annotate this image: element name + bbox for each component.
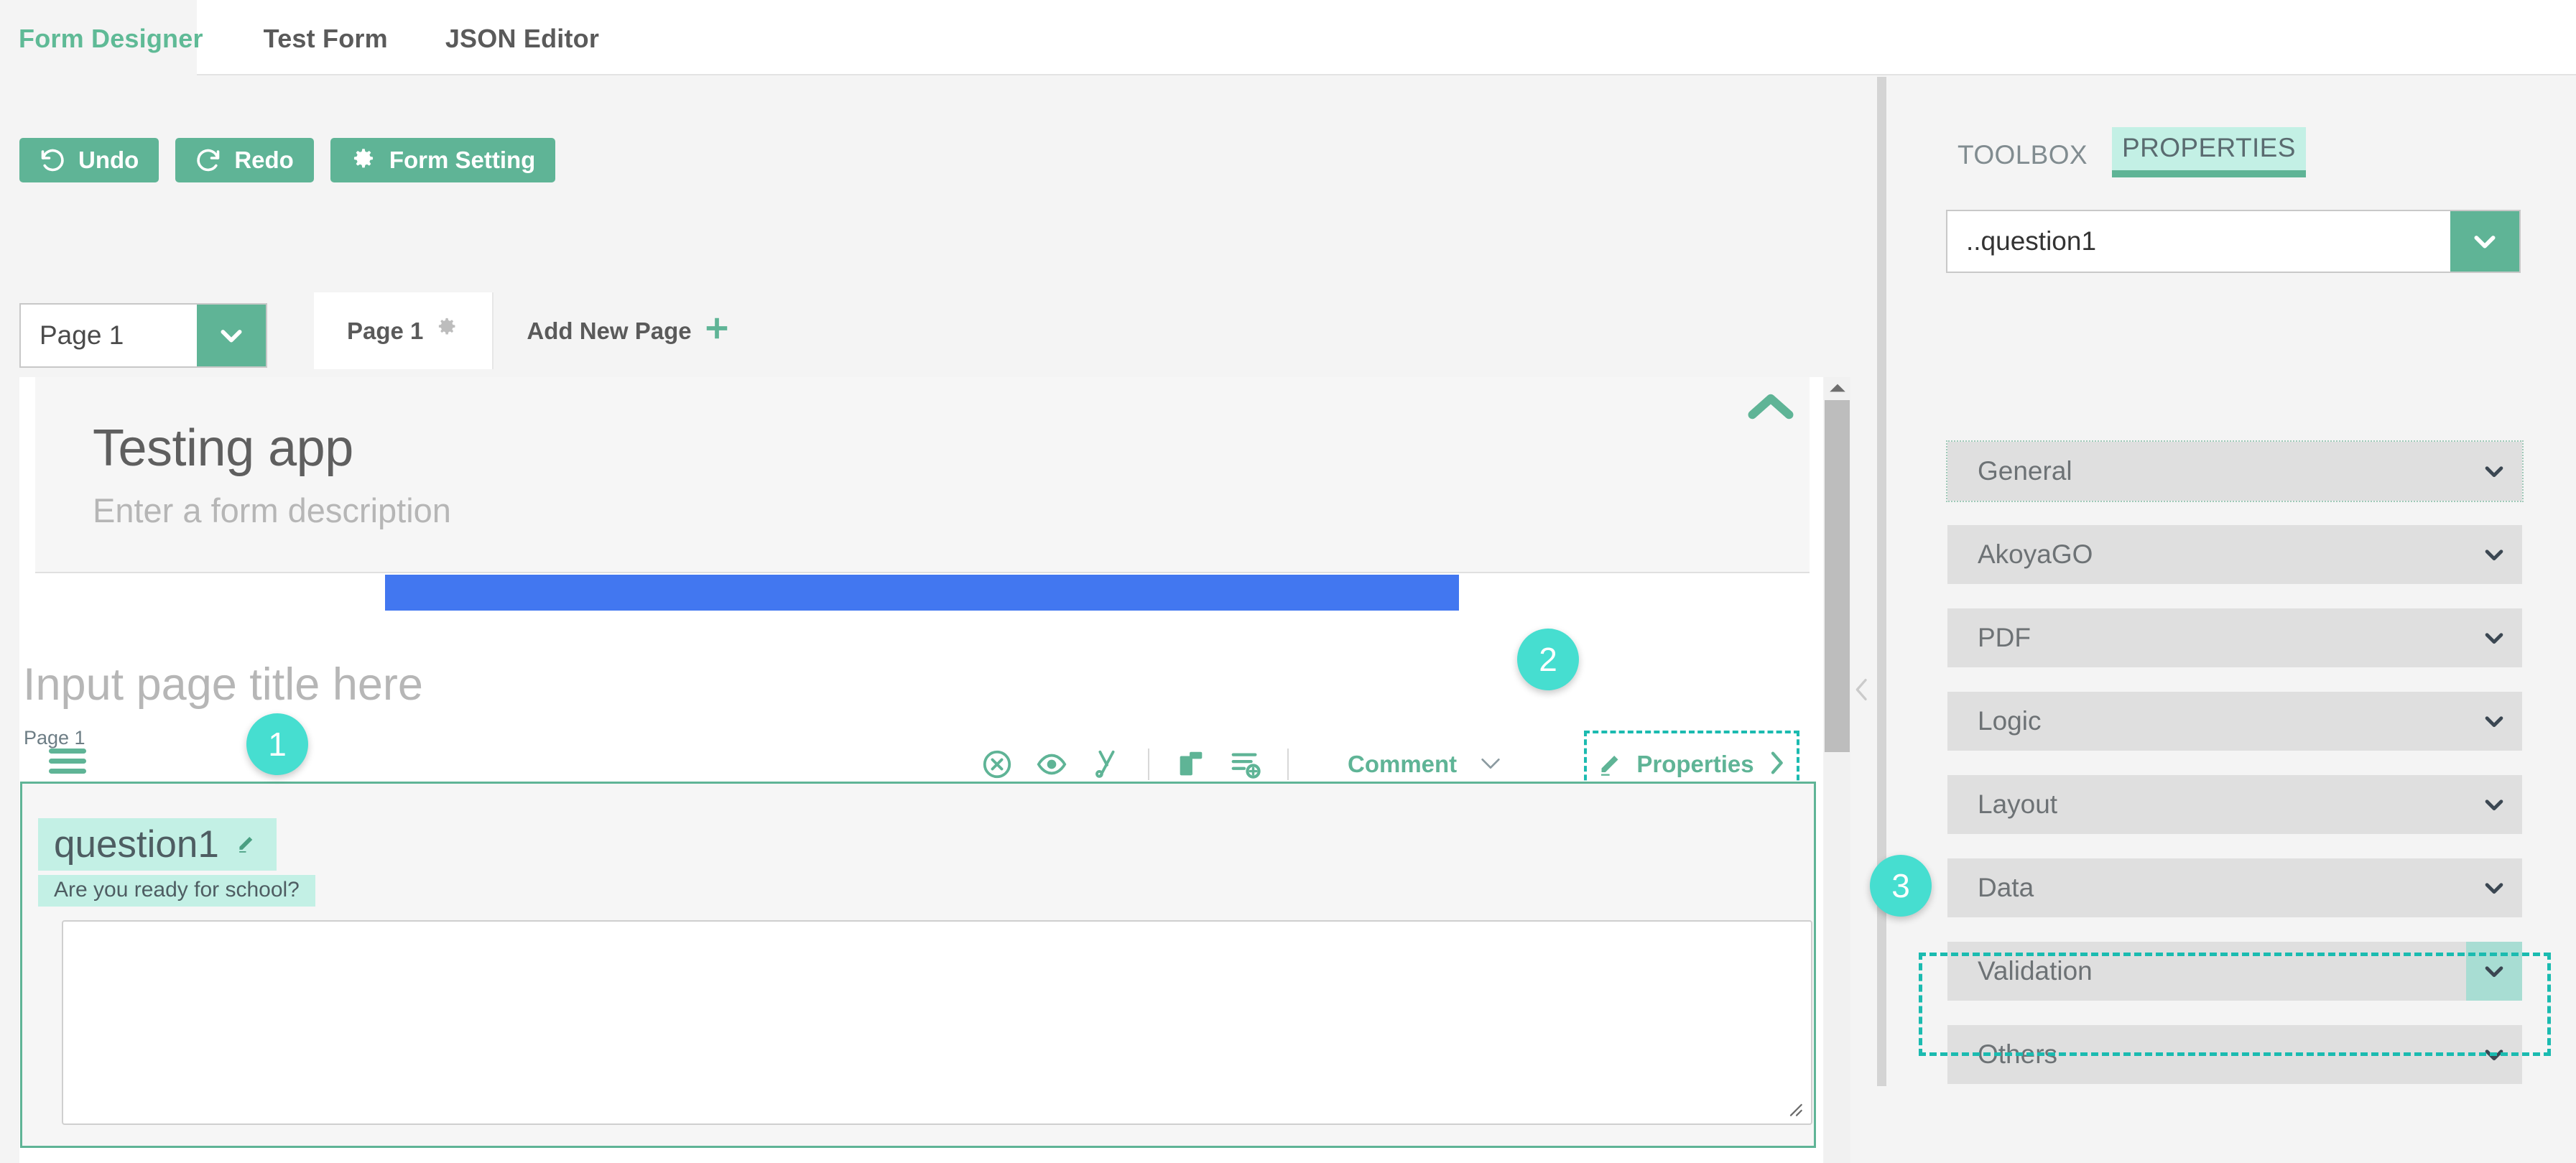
plus-icon xyxy=(703,315,731,348)
redo-button[interactable]: Redo xyxy=(175,138,314,182)
accordion-label: Logic xyxy=(1978,706,2042,736)
accordion-item-layout[interactable]: Layout xyxy=(1947,775,2522,834)
blue-progress-bar xyxy=(385,575,1459,611)
form-setting-label: Form Setting xyxy=(389,147,536,173)
accordion-item-akoyago[interactable]: AkoyaGO xyxy=(1947,525,2522,584)
chevron-down-icon[interactable] xyxy=(2466,1025,2522,1084)
add-new-page-label: Add New Page xyxy=(527,317,692,344)
properties-button-label: Properties xyxy=(1636,751,1754,777)
question-card[interactable]: question1 Are you ready for school? xyxy=(20,782,1816,1148)
comment-chevron-down-icon xyxy=(1478,751,1503,778)
canvas-scrollbar[interactable] xyxy=(1824,377,1850,1163)
properties-accordion: General AkoyaGO PDF Logic Layout Data Va… xyxy=(1946,440,2524,1108)
chevron-down-icon[interactable] xyxy=(2466,608,2522,667)
annotation-badge-2: 2 xyxy=(1517,629,1579,690)
question-name: question1 xyxy=(54,823,219,866)
undo-icon xyxy=(40,147,65,173)
tab-json-editor-label: JSON Editor xyxy=(445,23,600,53)
gear-icon xyxy=(351,147,376,173)
page-select-value: Page 1 xyxy=(40,320,124,350)
accordion-label: Layout xyxy=(1978,789,2058,819)
question-name-row[interactable]: question1 xyxy=(38,818,277,871)
tab-test-form[interactable]: Test Form xyxy=(235,0,417,77)
accordion-item-general[interactable]: General xyxy=(1946,440,2524,502)
form-setting-button[interactable]: Form Setting xyxy=(330,138,556,182)
redo-icon xyxy=(195,147,221,173)
add-new-page-button[interactable]: Add New Page xyxy=(494,292,763,369)
drag-handle-line xyxy=(49,749,86,754)
tab-toolbox-label: TOOLBOX xyxy=(1958,140,2088,170)
properties-panel-tabs: TOOLBOX PROPERTIES xyxy=(1947,127,2306,177)
undo-button[interactable]: Undo xyxy=(19,138,159,182)
tab-properties-label: PROPERTIES xyxy=(2122,133,2296,162)
annotation-badge-3: 3 xyxy=(1870,855,1932,917)
scrollbar-up-arrow-icon[interactable] xyxy=(1824,377,1850,399)
question-subtitle: Are you ready for school? xyxy=(38,875,315,907)
comment-dropdown[interactable]: Comment xyxy=(1348,751,1503,778)
form-title[interactable]: Testing app xyxy=(93,419,1810,478)
accordion-item-pdf[interactable]: PDF xyxy=(1947,608,2522,667)
drag-handle-line xyxy=(49,759,86,764)
accordion-label: Data xyxy=(1978,873,2034,902)
collapse-header-chevron-up-icon[interactable] xyxy=(1744,388,1797,425)
scrollbar-thumb[interactable] xyxy=(1825,400,1850,752)
element-select-dropdown[interactable]: ..question1 xyxy=(1946,210,2521,273)
tab-properties[interactable]: PROPERTIES xyxy=(2112,127,2306,177)
page-settings-gear-icon[interactable] xyxy=(435,316,459,346)
properties-panel: TOOLBOX PROPERTIES ..question1 General A… xyxy=(1886,77,2576,1086)
undo-label: Undo xyxy=(78,147,139,173)
tab-form-designer-label: Form Designer xyxy=(19,23,203,53)
accordion-label: Others xyxy=(1978,1039,2058,1069)
element-select-chevron-down-icon[interactable] xyxy=(2450,211,2519,272)
page-tab-label: Page 1 xyxy=(347,317,424,344)
accordion-label: General xyxy=(1978,456,2072,486)
designer-toolbar: Undo Redo Form Setting xyxy=(19,138,556,182)
page-tab-strip: Page 1 Add New Page xyxy=(314,292,764,369)
tab-json-editor[interactable]: JSON Editor xyxy=(417,0,628,77)
chevron-down-icon[interactable] xyxy=(2466,775,2522,834)
accordion-label: Validation xyxy=(1978,956,2093,986)
page-mini-label: Page 1 xyxy=(24,727,85,749)
designer-left-pane: Undo Redo Form Setting Page 1 Page 1 Add… xyxy=(0,77,1850,1163)
toolbar-divider xyxy=(1148,749,1149,780)
chevron-down-icon[interactable] xyxy=(2466,858,2522,917)
properties-chevron-right-icon xyxy=(1766,749,1787,781)
annotation-badge-1: 1 xyxy=(246,713,308,775)
toolbar-divider xyxy=(1287,749,1289,780)
chevron-left-icon[interactable] xyxy=(1851,675,1873,704)
chevron-down-icon[interactable] xyxy=(2466,525,2522,584)
edit-pencil-icon xyxy=(1596,749,1625,781)
accordion-label: AkoyaGO xyxy=(1978,539,2093,569)
chevron-down-icon[interactable] xyxy=(2466,442,2522,501)
page-title-placeholder[interactable]: Input page title here xyxy=(23,659,423,710)
chevron-down-icon[interactable] xyxy=(2466,692,2522,751)
page-select-chevron-down-icon[interactable] xyxy=(197,305,266,366)
accordion-item-data[interactable]: Data xyxy=(1947,858,2522,917)
question-answer-textarea[interactable] xyxy=(62,920,1812,1125)
drag-handle-line xyxy=(49,769,86,774)
accordion-item-logic[interactable]: Logic xyxy=(1947,692,2522,751)
accordion-item-others[interactable]: Others xyxy=(1947,1025,2522,1084)
comment-label: Comment xyxy=(1348,751,1458,777)
tab-form-designer[interactable]: Form Designer xyxy=(0,0,235,77)
page-tab-page-1[interactable]: Page 1 xyxy=(314,292,494,369)
element-select-value: ..question1 xyxy=(1966,226,2097,256)
accordion-label: PDF xyxy=(1978,623,2031,652)
accordion-item-validation[interactable]: Validation xyxy=(1947,942,2522,1001)
form-description-placeholder[interactable]: Enter a form description xyxy=(93,491,1810,530)
redo-label: Redo xyxy=(234,147,294,173)
textarea-resize-grip-icon[interactable] xyxy=(1782,1096,1805,1119)
tab-test-form-label: Test Form xyxy=(263,23,388,53)
top-navigation-bar: Form Designer Test Form JSON Editor xyxy=(0,0,2576,77)
chevron-down-icon[interactable] xyxy=(2466,942,2522,1001)
panel-splitter[interactable] xyxy=(1877,77,1886,1086)
question-edit-pencil-icon[interactable] xyxy=(235,831,258,858)
element-drag-handle-icon[interactable] xyxy=(49,749,86,779)
page-select-dropdown[interactable]: Page 1 xyxy=(19,303,267,368)
form-header: Testing app Enter a form description xyxy=(35,377,1810,573)
tab-toolbox[interactable]: TOOLBOX xyxy=(1947,134,2098,177)
